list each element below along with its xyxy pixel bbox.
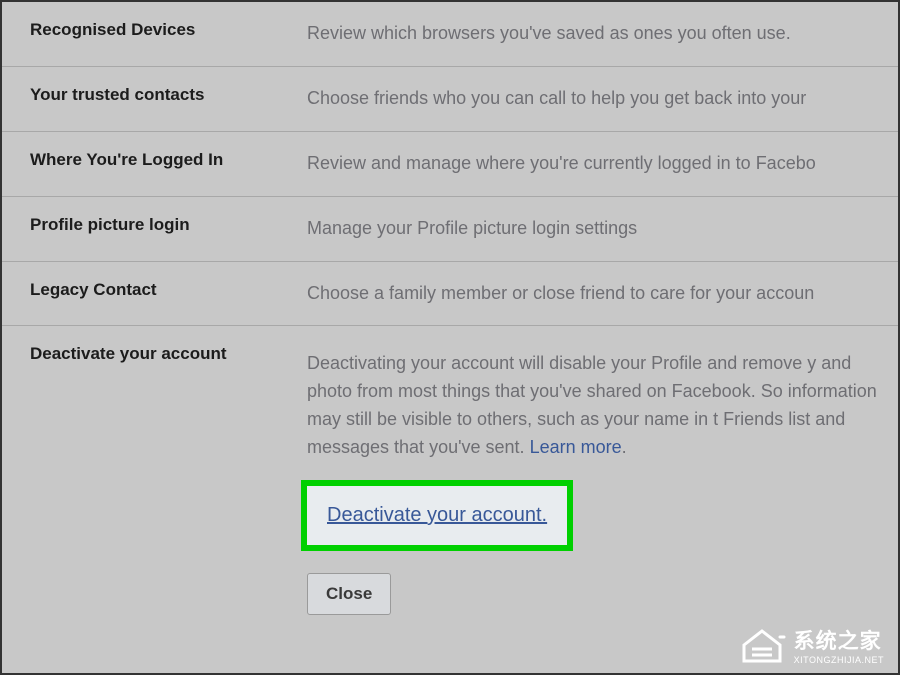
- setting-label: Recognised Devices: [2, 20, 307, 40]
- setting-description: Review and manage where you're currently…: [307, 150, 898, 178]
- setting-row-logged-in[interactable]: Where You're Logged In Review and manage…: [2, 132, 898, 197]
- watermark-en: XITONGZHIJIA.NET: [794, 655, 884, 665]
- watermark: 系统之家 XITONGZHIJIA.NET: [738, 625, 884, 665]
- setting-description: Choose a family member or close friend t…: [307, 280, 898, 308]
- setting-label: Where You're Logged In: [2, 150, 307, 170]
- setting-row-legacy-contact[interactable]: Legacy Contact Choose a family member or…: [2, 262, 898, 327]
- setting-description: Review which browsers you've saved as on…: [307, 20, 898, 48]
- setting-label: Deactivate your account: [2, 344, 307, 364]
- period: .: [622, 437, 627, 457]
- setting-row-trusted-contacts[interactable]: Your trusted contacts Choose friends who…: [2, 67, 898, 132]
- setting-label: Profile picture login: [2, 215, 307, 235]
- watermark-cn: 系统之家: [794, 625, 884, 655]
- setting-row-profile-picture-login[interactable]: Profile picture login Manage your Profil…: [2, 197, 898, 262]
- learn-more-link[interactable]: Learn more: [530, 437, 622, 457]
- house-icon: [738, 625, 786, 665]
- watermark-text: 系统之家 XITONGZHIJIA.NET: [794, 625, 884, 665]
- deactivate-account-link[interactable]: Deactivate your account.: [327, 504, 547, 526]
- setting-label: Your trusted contacts: [2, 85, 307, 105]
- setting-description: Choose friends who you can call to help …: [307, 85, 898, 113]
- setting-description: Manage your Profile picture login settin…: [307, 215, 898, 243]
- close-button[interactable]: Close: [307, 573, 391, 615]
- deactivate-expanded-section: Deactivating your account will disable y…: [307, 344, 898, 615]
- highlight-annotation-box: Deactivate your account.: [301, 480, 573, 551]
- setting-row-deactivate: Deactivate your account Deactivating you…: [2, 326, 898, 635]
- setting-label: Legacy Contact: [2, 280, 307, 300]
- deactivate-description-text: Deactivating your account will disable y…: [307, 350, 888, 462]
- setting-row-recognised-devices[interactable]: Recognised Devices Review which browsers…: [2, 2, 898, 67]
- security-settings-list: Recognised Devices Review which browsers…: [2, 2, 898, 635]
